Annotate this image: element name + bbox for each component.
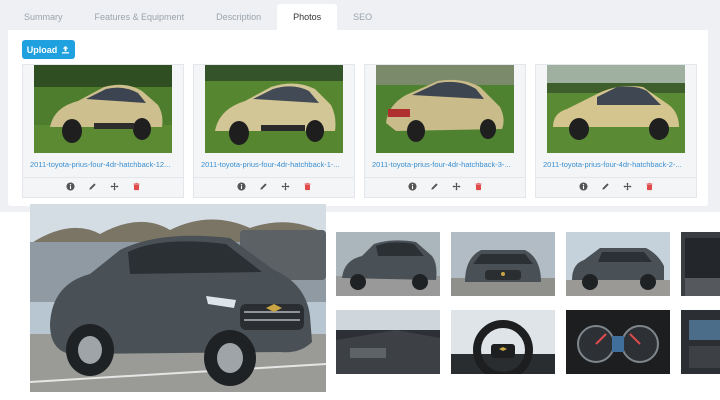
pencil-icon[interactable] [258, 181, 268, 191]
gallery-thumb[interactable] [451, 232, 555, 296]
card-divider [365, 177, 525, 178]
gallery-thumb[interactable] [451, 310, 555, 374]
photo-filename-link[interactable]: 2011-toyota-prius-four-4dr-hatchback-2-.… [543, 160, 693, 169]
tab-summary[interactable]: Summary [0, 4, 79, 30]
card-divider [23, 177, 183, 178]
photo-card: 2011-toyota-prius-four-4dr-hatchback-3-.… [364, 64, 526, 198]
photo-actions [23, 181, 183, 191]
photo-card: 2011-toyota-prius-four-4dr-hatchback-2-.… [535, 64, 697, 198]
pencil-icon[interactable] [87, 181, 97, 191]
move-icon[interactable] [280, 181, 290, 191]
tab-seo[interactable]: SEO [337, 4, 388, 30]
card-divider [194, 177, 354, 178]
photo-manager-panel: Summary Features & Equipment Description… [0, 0, 720, 212]
pencil-icon[interactable] [429, 181, 439, 191]
info-icon[interactable] [407, 181, 417, 191]
gallery-thumb[interactable] [566, 310, 670, 374]
photo-filename-link[interactable]: 2011-toyota-prius-four-4dr-hatchback-12.… [30, 160, 180, 169]
car-photo[interactable] [376, 65, 514, 153]
info-icon[interactable] [65, 181, 75, 191]
upload-button[interactable]: Upload [22, 40, 75, 59]
move-icon[interactable] [109, 181, 119, 191]
car-photo[interactable] [547, 65, 685, 153]
hero-car-photo[interactable] [30, 204, 326, 392]
pencil-icon[interactable] [600, 181, 610, 191]
photo-card: 2011-toyota-prius-four-4dr-hatchback-12.… [22, 64, 184, 198]
gallery-thumb[interactable] [681, 232, 720, 296]
photo-actions [536, 181, 696, 191]
photo-filename-link[interactable]: 2011-toyota-prius-four-4dr-hatchback-3-.… [372, 160, 522, 169]
trash-icon[interactable] [473, 181, 483, 191]
tab-photos[interactable]: Photos [277, 4, 338, 30]
move-icon[interactable] [451, 181, 461, 191]
photo-filename-link[interactable]: 2011-toyota-prius-four-4dr-hatchback-1-.… [201, 160, 351, 169]
gallery-thumb[interactable] [681, 310, 720, 374]
photo-actions [194, 181, 354, 191]
tab-features-equipment[interactable]: Features & Equipment [79, 4, 201, 30]
car-photo[interactable] [205, 65, 343, 153]
card-divider [536, 177, 696, 178]
upload-button-label: Upload [26, 44, 58, 55]
trash-icon[interactable] [302, 181, 312, 191]
trash-icon[interactable] [131, 181, 141, 191]
gallery-thumb[interactable] [566, 232, 670, 296]
car-photo[interactable] [34, 65, 172, 153]
info-icon[interactable] [578, 181, 588, 191]
tab-bar: Summary Features & Equipment Description… [0, 4, 388, 30]
photos-tab-content: Upload 2011-toyota-prius-four-4dr-hatchb… [8, 30, 708, 206]
upload-icon [61, 45, 70, 54]
info-icon[interactable] [236, 181, 246, 191]
move-icon[interactable] [622, 181, 632, 191]
photo-card: 2011-toyota-prius-four-4dr-hatchback-1-.… [193, 64, 355, 198]
trash-icon[interactable] [644, 181, 654, 191]
gallery-thumb[interactable] [336, 232, 440, 296]
gallery-thumb[interactable] [336, 310, 440, 374]
photo-actions [365, 181, 525, 191]
tab-description[interactable]: Description [200, 4, 277, 30]
